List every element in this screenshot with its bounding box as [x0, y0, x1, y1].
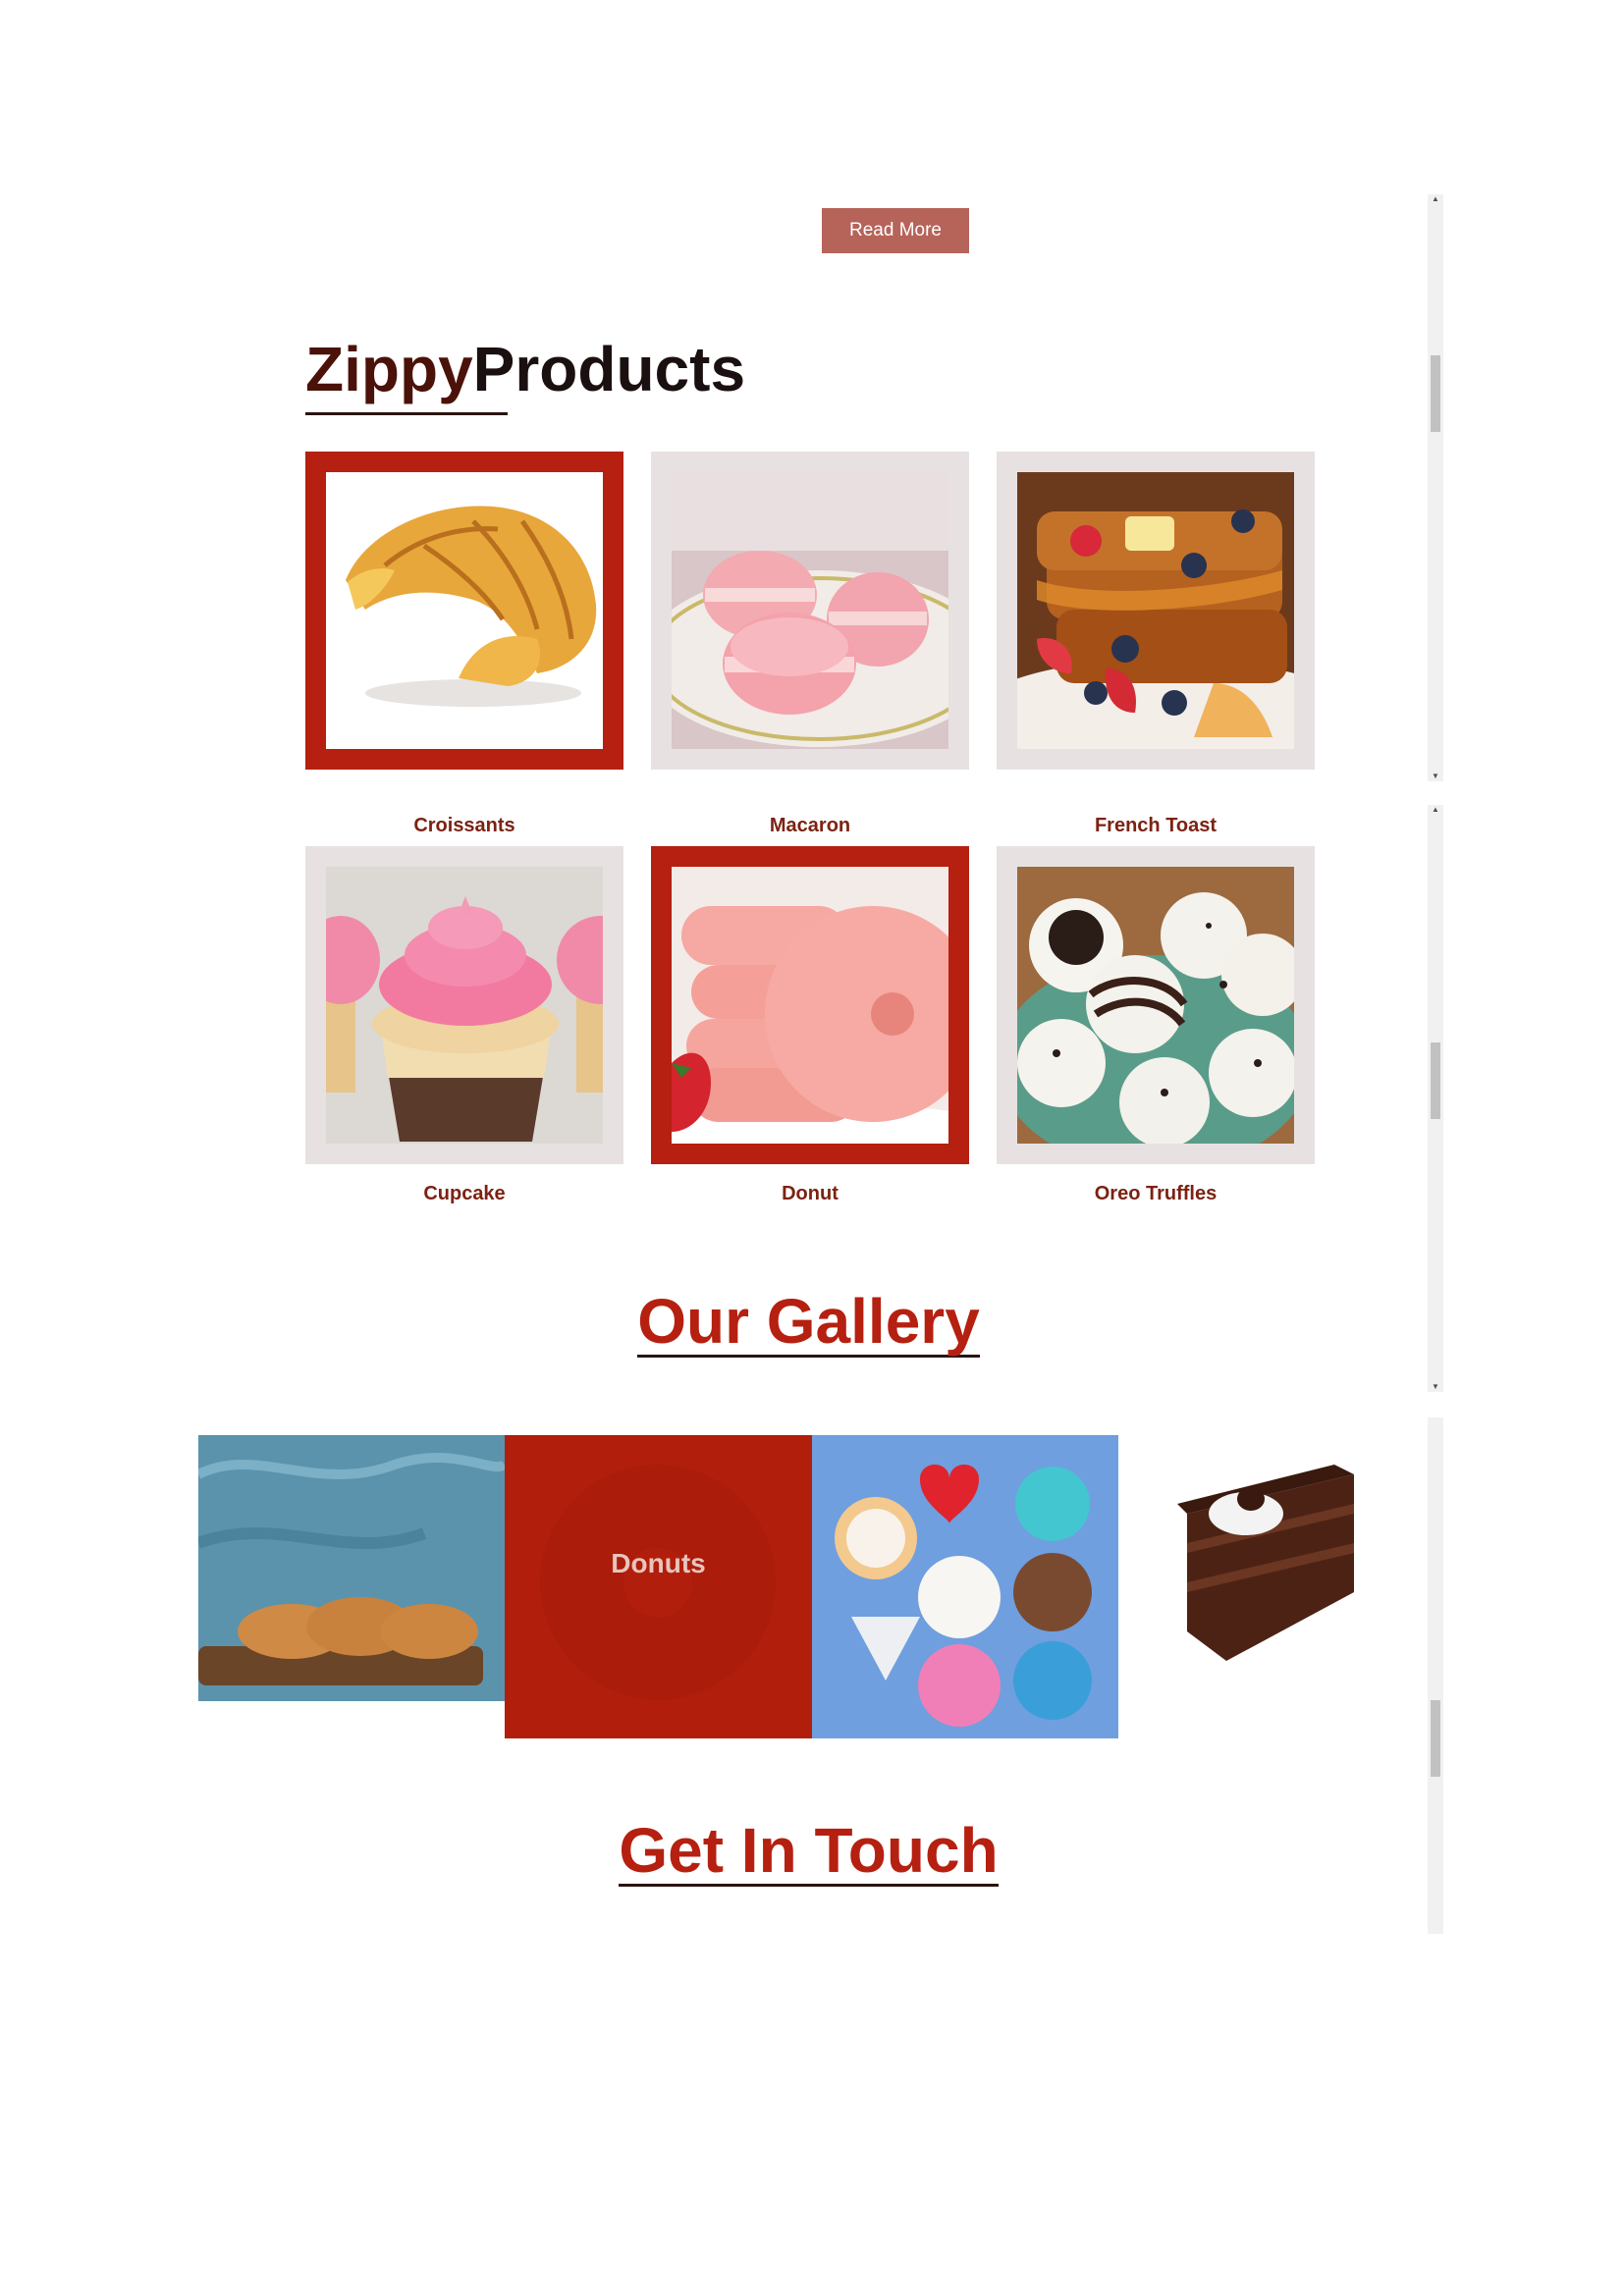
scrollbar-bottom[interactable] [1428, 1417, 1443, 1934]
products-title-accent: Zippy [305, 334, 473, 404]
scroll-up-arrow-icon[interactable]: ▲ [1428, 194, 1443, 204]
products-title-underline [305, 412, 508, 415]
french-toast-image [1017, 472, 1294, 749]
gallery-tile-donuts[interactable]: Donuts [505, 1435, 812, 1738]
product-label-donut: Donut [782, 1183, 839, 1204]
donut-image [672, 867, 948, 1144]
product-card-french-toast[interactable] [997, 452, 1315, 770]
cupcake-image [326, 867, 603, 1144]
product-label-cupcake: Cupcake [423, 1183, 506, 1204]
gallery-tile-croissants[interactable] [198, 1435, 505, 1701]
scrollbar-thumb[interactable] [1431, 355, 1440, 432]
products-title: ZippyProducts [305, 332, 745, 406]
gallery-title: Our Gallery [0, 1284, 1617, 1359]
product-card-oreo-truffles[interactable] [997, 846, 1315, 1164]
gallery-caption-donuts: Donuts [611, 1548, 706, 1578]
contact-title-text: Get In Touch [619, 1815, 999, 1887]
product-label-macaron: Macaron [769, 815, 851, 836]
character-cookies-image [812, 1435, 1118, 1738]
croissant-image [326, 472, 603, 749]
read-more-button[interactable]: Read More [822, 208, 969, 253]
oreo-truffles-image [1017, 867, 1294, 1144]
scrollbar-thumb[interactable] [1431, 1700, 1440, 1777]
gallery-title-text: Our Gallery [637, 1286, 980, 1358]
product-label-french-toast: French Toast [1094, 815, 1218, 836]
contact-title: Get In Touch [0, 1813, 1617, 1888]
product-card-donut[interactable] [651, 846, 969, 1164]
product-card-croissants[interactable] [305, 452, 623, 770]
product-card-cupcake[interactable] [305, 846, 623, 1164]
scrollbar-top[interactable]: ▲ ▼ [1428, 194, 1443, 781]
scroll-down-arrow-icon[interactable]: ▼ [1428, 1382, 1443, 1392]
scroll-up-arrow-icon[interactable]: ▲ [1428, 805, 1443, 815]
product-label-croissants: Croissants [413, 815, 515, 836]
products-title-rest: Products [472, 334, 746, 404]
gallery-tile-cookies[interactable] [812, 1435, 1118, 1738]
scrollbar-middle[interactable]: ▲ ▼ [1428, 805, 1443, 1392]
gallery-tile-cake[interactable] [1118, 1435, 1425, 1701]
scrollbar-thumb[interactable] [1431, 1042, 1440, 1119]
croissants-board-image [198, 1435, 505, 1701]
scroll-down-arrow-icon[interactable]: ▼ [1428, 772, 1443, 781]
product-label-oreo-truffles: Oreo Truffles [1094, 1183, 1218, 1204]
gallery-hover-overlay [505, 1435, 812, 1738]
macaron-image [672, 472, 948, 749]
chocolate-cake-slice-image [1118, 1435, 1425, 1701]
product-card-macaron[interactable] [651, 452, 969, 770]
